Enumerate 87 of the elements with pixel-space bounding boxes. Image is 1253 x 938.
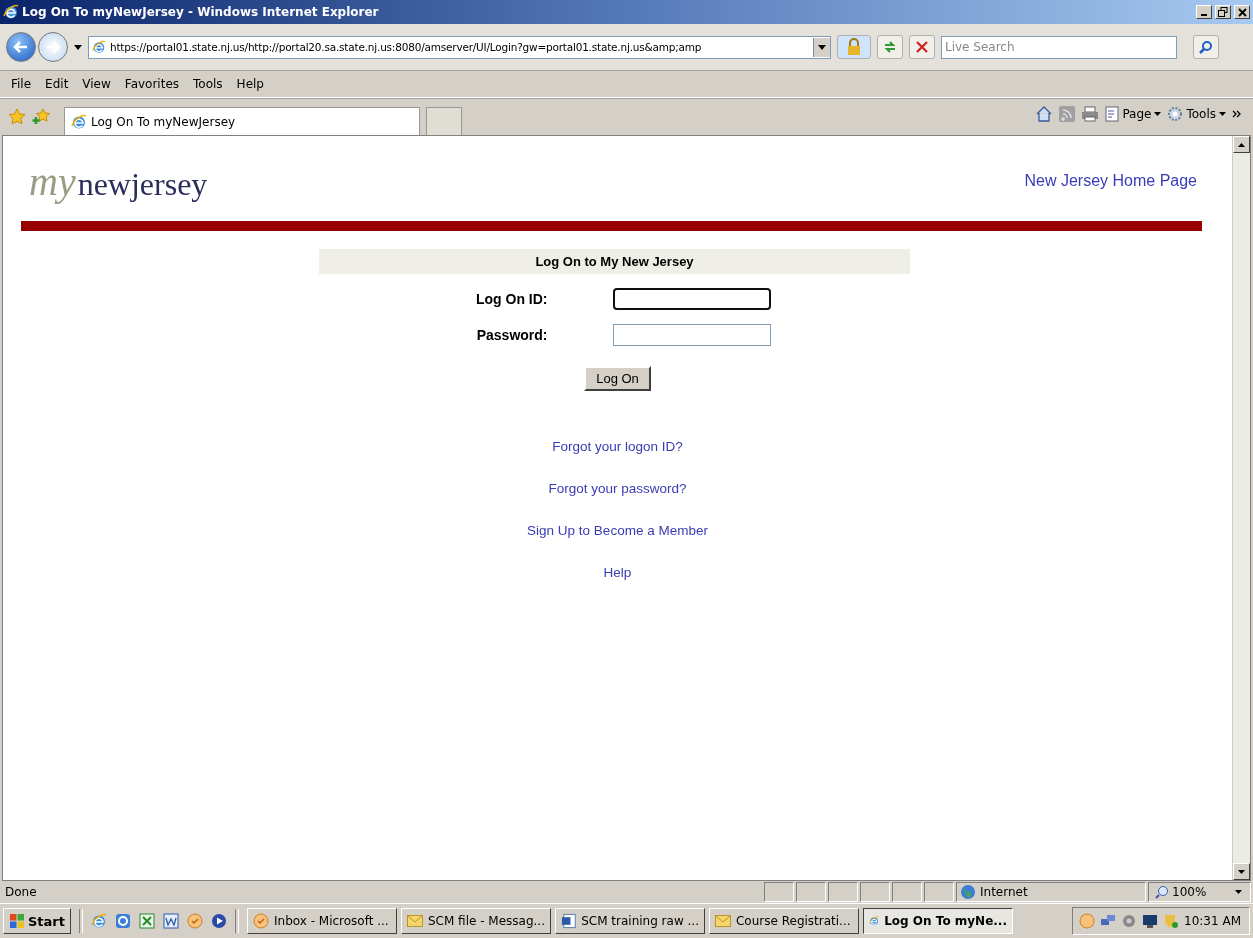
add-favorite-icon[interactable]	[32, 108, 50, 126]
menu-item[interactable]: File	[4, 75, 39, 93]
command-button[interactable]: Tools	[1167, 106, 1226, 122]
restore-button[interactable]	[1215, 5, 1231, 19]
page-icon	[1105, 106, 1120, 122]
back-button[interactable]	[6, 32, 36, 62]
site-logo[interactable]: mynewjersey	[29, 157, 208, 205]
taskbar-button[interactable]: Course Registrati...	[709, 908, 859, 934]
refresh-icon	[883, 40, 897, 54]
home-page-link[interactable]: New Jersey Home Page	[1024, 172, 1197, 190]
restore-icon	[1218, 7, 1228, 17]
browser-tab[interactable]: Log On To myNewJersey	[64, 107, 420, 135]
spreadsheet-icon[interactable]	[139, 913, 155, 929]
close-icon	[1237, 7, 1247, 17]
start-button[interactable]: Start	[3, 908, 71, 934]
padlock-button[interactable]	[837, 35, 871, 59]
document-icon[interactable]	[163, 913, 179, 929]
star-icon[interactable]	[8, 108, 26, 126]
link[interactable]: Forgot your logon ID?	[552, 439, 683, 454]
stop-icon	[916, 41, 928, 53]
chevron-icon[interactable]	[1232, 110, 1241, 118]
field-label: Password:	[475, 327, 549, 343]
clock-icon	[253, 913, 269, 929]
forward-button[interactable]	[38, 32, 68, 62]
clock-icon[interactable]	[187, 913, 203, 929]
down-arrow-icon	[1238, 869, 1245, 874]
menu-item[interactable]: Edit	[38, 75, 76, 93]
link[interactable]: Forgot your password?	[548, 481, 687, 496]
page-icon	[92, 40, 106, 54]
back-arrow-icon	[13, 40, 29, 54]
quick-launch-icon[interactable]	[115, 913, 131, 929]
quick-launch-ie-icon	[91, 913, 107, 929]
menu-item[interactable]: Help	[229, 75, 271, 93]
envelope-icon	[407, 915, 423, 927]
search-field[interactable]: Live Search	[941, 35, 1177, 59]
minimize-button[interactable]	[1196, 5, 1212, 19]
taskbar-button[interactable]: SCM training raw ...	[555, 908, 705, 934]
link[interactable]: Help	[603, 565, 632, 580]
menu-item[interactable]: Favorites	[117, 75, 187, 93]
stop-button[interactable]	[909, 35, 935, 59]
tab-ie-icon	[71, 113, 87, 130]
window-title: Log On To myNewJersey - Windows Internet Explorer	[22, 5, 380, 19]
search-icon	[1199, 40, 1213, 54]
input-field[interactable]	[612, 324, 771, 346]
magnifier-icon	[1155, 885, 1169, 899]
menu-item[interactable]: View	[75, 75, 118, 93]
caret-icon	[818, 44, 826, 50]
zoom-control[interactable]: 100%	[1148, 882, 1251, 902]
log-on-button[interactable]: Log On	[584, 366, 651, 391]
printer-icon[interactable]	[1081, 106, 1100, 122]
address-dropdown-button[interactable]	[813, 37, 830, 57]
search-button[interactable]	[1193, 35, 1219, 59]
link[interactable]: Sign Up to Become a Member	[527, 523, 708, 538]
globe-icon	[960, 884, 976, 900]
url-text: https://portal01.state.nj.us/http://portal20.sa.state.nj.us:8080/amserver/UI/Login?gw=portal01.state.nj.us&amp;amp	[110, 41, 703, 53]
dropdown-arrow-icon[interactable]	[74, 44, 82, 50]
refresh-button[interactable]	[877, 35, 903, 59]
taskbar-button[interactable]: Log On To myNe...	[863, 908, 1013, 934]
scroll-up-button[interactable]	[1233, 136, 1250, 153]
play-icon[interactable]	[211, 913, 227, 929]
command-button[interactable]: Page	[1105, 106, 1162, 122]
close-button[interactable]	[1234, 5, 1250, 19]
caret-icon	[1154, 112, 1162, 116]
taskbar-button[interactable]: Inbox - Microsoft ...	[247, 908, 397, 934]
security-zone: Internet	[956, 882, 1146, 902]
scroll-down-button[interactable]	[1233, 863, 1250, 880]
form-title: Log On to My New Jersey	[319, 249, 910, 274]
input-field[interactable]	[612, 288, 771, 310]
forward-arrow-icon	[45, 40, 61, 54]
scrollbar[interactable]	[1232, 136, 1250, 880]
ie-logo-icon	[3, 4, 19, 20]
monitor-icon[interactable]	[1142, 913, 1159, 929]
gear-icon	[1167, 106, 1184, 122]
document-icon	[561, 913, 577, 929]
up-arrow-icon	[1238, 142, 1245, 147]
envelope-icon	[715, 915, 731, 927]
caret-icon	[1219, 112, 1226, 116]
status-text: Done	[4, 885, 38, 899]
padlock-icon	[847, 38, 861, 56]
home-icon[interactable]	[1035, 105, 1054, 123]
field-label: Log On ID:	[474, 291, 549, 307]
caret-icon	[1235, 890, 1242, 894]
clock-text: 10:31 AM	[1184, 914, 1241, 928]
menu-item[interactable]: Tools	[186, 75, 230, 93]
address-field[interactable]: https://portal01.state.nj.us/http://portal20.sa.state.nj.us:8080/amserver/UI/Login?gw=portal01.state.nj.us&amp;amp	[88, 35, 831, 59]
taskbar-button[interactable]: SCM file - Messag...	[401, 908, 551, 934]
windows-flag-icon	[9, 913, 25, 929]
